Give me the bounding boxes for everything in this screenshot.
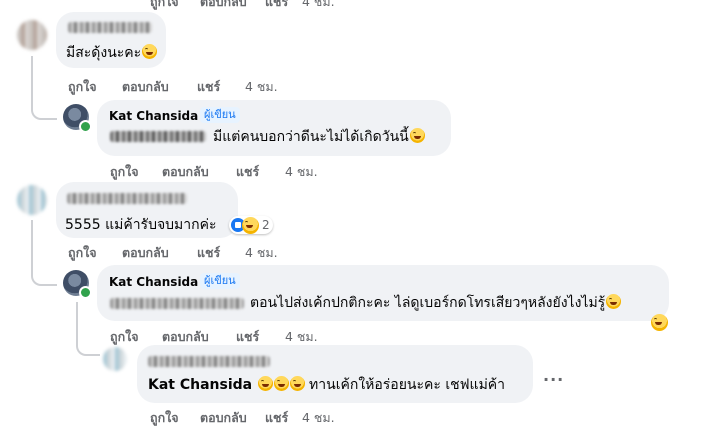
commenter-name[interactable] [148, 356, 270, 367]
thread-connector [76, 340, 100, 356]
laughing-emoji-icon [257, 376, 273, 391]
comment-text: Kat Chansida ทานเค้กให้อร่อยนะคะ เชฟแม่ค… [148, 376, 506, 393]
author-badge: ผู้เขียน [200, 107, 240, 123]
laughing-emoji-icon [289, 376, 305, 391]
author-badge: ผู้เขียน [200, 273, 240, 289]
like-link[interactable]: ถูกใจ [110, 327, 139, 347]
comment-text: มีสะดุ้งนะคะ [66, 44, 158, 62]
mention-link[interactable]: Kat Chansida [148, 377, 252, 393]
laughing-emoji-icon [606, 294, 622, 309]
grinning-emoji-icon [409, 128, 425, 143]
avatar[interactable] [17, 185, 47, 215]
laughing-emoji-icon [651, 314, 668, 331]
more-options-button[interactable]: ... [543, 366, 564, 385]
timestamp: 4 ชม. [285, 329, 318, 344]
author-name[interactable]: Kat Chansida [109, 109, 198, 123]
thread-line [76, 302, 78, 342]
comment-text: 5555 แม่ค้ารับจบมากค่ะ [65, 217, 217, 233]
share-link[interactable]: แชร์ [197, 77, 220, 97]
mention-name[interactable] [110, 131, 206, 142]
comment-bubble [97, 265, 669, 321]
share-link[interactable]: แชร์ [197, 243, 220, 263]
mention-name[interactable] [110, 298, 244, 309]
laughing-emoji-icon [273, 376, 289, 391]
reply-link[interactable]: ตอบกลับ [122, 77, 169, 97]
like-link[interactable]: ถูกใจ [150, 0, 179, 12]
reaction-summary[interactable]: 2 [229, 216, 273, 234]
commenter-name[interactable] [68, 22, 152, 33]
reply-link[interactable]: ตอบกลับ [162, 327, 209, 347]
like-link[interactable]: ถูกใจ [110, 162, 139, 182]
online-status-icon [79, 120, 92, 133]
timestamp: 4 ชม. [245, 245, 278, 260]
timestamp: 4 ชม. [285, 164, 318, 179]
share-link[interactable]: แชร์ [265, 0, 288, 12]
share-link[interactable]: แชร์ [236, 162, 259, 182]
share-link[interactable]: แชร์ [265, 408, 288, 428]
avatar[interactable] [103, 347, 127, 371]
comment-text: ตอนไปส่งเค้กปกติกะคะ ไล่ดูเบอร์กดโทรเสีย… [250, 294, 622, 312]
comment-bubble [137, 345, 533, 403]
reply-link[interactable]: ตอบกลับ [122, 243, 169, 263]
like-link[interactable]: ถูกใจ [68, 243, 97, 263]
reply-link[interactable]: ตอบกลับ [200, 0, 247, 12]
like-link[interactable]: ถูกใจ [150, 408, 179, 428]
share-link[interactable]: แชร์ [236, 327, 259, 347]
commenter-name[interactable] [67, 193, 187, 204]
thread-connector [31, 268, 57, 286]
reply-link[interactable]: ตอบกลับ [162, 162, 209, 182]
like-link[interactable]: ถูกใจ [68, 77, 97, 97]
thread-line [31, 56, 33, 106]
avatar[interactable] [17, 20, 47, 50]
haha-reaction-icon [242, 216, 259, 234]
laughing-emoji-icon [142, 44, 158, 59]
timestamp: 4 ชม. [245, 79, 278, 94]
thread-connector [31, 104, 57, 120]
reply-link[interactable]: ตอบกลับ [200, 408, 247, 428]
author-name[interactable]: Kat Chansida [109, 275, 198, 289]
timestamp: 4 ชม. [302, 410, 335, 425]
reaction-count: 2 [262, 218, 270, 232]
thread-line [31, 220, 33, 270]
comment-text: มีแต่คนบอกว่าดีนะไม่ได้เกิดวันนี้ [213, 128, 425, 146]
online-status-icon [79, 286, 92, 299]
timestamp: 4 ชม. [302, 0, 335, 9]
